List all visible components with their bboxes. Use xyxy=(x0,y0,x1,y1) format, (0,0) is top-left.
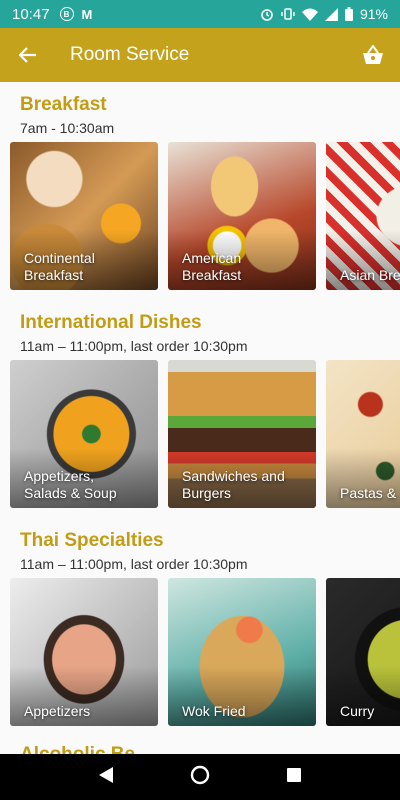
card-asian-breakfast[interactable]: Asian Bre xyxy=(326,142,400,290)
square-recents-icon xyxy=(287,767,301,782)
section-international-dishes: International Dishes 11am – 11:00pm, las… xyxy=(0,300,400,518)
status-bar: 10:47 B M 91% xyxy=(0,0,400,28)
section-title-peek: Alcoholic Be xyxy=(20,744,135,754)
card-label: Sandwiches and Burgers xyxy=(182,468,285,501)
section-hours: 11am – 11:00pm, last order 10:30pm xyxy=(20,556,248,572)
card-wok-fried[interactable]: Wok Fried xyxy=(168,578,316,726)
card-sandwiches-burgers[interactable]: Sandwiches and Burgers xyxy=(168,360,316,508)
wifi-icon xyxy=(301,8,318,21)
card-appetizers-salads-soup[interactable]: Appetizers, Salads & Soup xyxy=(10,360,158,508)
arrow-back-icon xyxy=(19,47,36,63)
signal-icon xyxy=(324,7,338,21)
section-title: Breakfast xyxy=(20,94,107,115)
nav-home-button[interactable] xyxy=(190,765,210,790)
card-row[interactable]: Appetizers, Salads & Soup Sandwiches and… xyxy=(10,360,400,508)
back-button[interactable] xyxy=(0,28,56,82)
page-title: Room Service xyxy=(70,44,190,65)
card-label: Curry xyxy=(340,703,375,719)
battery-icon xyxy=(344,7,353,21)
section-hours: 7am - 10:30am xyxy=(20,120,115,136)
card-row[interactable]: Continental Breakfast American Breakfast… xyxy=(10,142,400,290)
nav-recents-button[interactable] xyxy=(286,767,302,788)
triangle-back-icon xyxy=(99,766,113,783)
section-title: International Dishes xyxy=(20,312,202,333)
battery-percent: 91% xyxy=(359,6,388,22)
card-american-breakfast[interactable]: American Breakfast xyxy=(168,142,316,290)
menu-content[interactable]: Breakfast 7am - 10:30am Continental Brea… xyxy=(0,82,400,754)
card-label: Appetizers xyxy=(24,703,91,719)
card-curry[interactable]: Curry xyxy=(326,578,400,726)
status-time: 10:47 xyxy=(12,5,50,23)
section-thai-specialties: Thai Specialties 11am – 11:00pm, last or… xyxy=(0,518,400,736)
vibrate-icon xyxy=(281,8,295,20)
basket-icon xyxy=(363,45,383,64)
card-label: Appetizers, Salads & Soup xyxy=(24,468,117,501)
alarm-icon xyxy=(261,9,273,21)
card-thai-appetizers[interactable]: Appetizers xyxy=(10,578,158,726)
system-nav-bar xyxy=(0,754,400,800)
gmail-icon: M xyxy=(81,6,93,22)
section-breakfast: Breakfast 7am - 10:30am Continental Brea… xyxy=(0,82,400,300)
card-pastas[interactable]: Pastas & xyxy=(326,360,400,508)
nav-back-button[interactable] xyxy=(98,766,114,789)
circle-home-icon xyxy=(190,765,210,784)
card-label: Pastas & xyxy=(340,485,397,501)
card-label: American Breakfast xyxy=(182,250,242,283)
card-continental-breakfast[interactable]: Continental Breakfast xyxy=(10,142,158,290)
basket-button[interactable] xyxy=(346,28,400,82)
card-label: Wok Fried xyxy=(182,703,246,719)
app-bar: Room Service xyxy=(0,28,400,82)
b-circle-icon: B xyxy=(59,7,74,21)
section-title: Thai Specialties xyxy=(20,530,164,551)
section-hours: 11am – 11:00pm, last order 10:30pm xyxy=(20,338,248,354)
status-icons: 91% xyxy=(260,6,388,22)
card-label: Asian Bre xyxy=(340,267,400,283)
card-row[interactable]: Appetizers Wok Fried Curry xyxy=(10,578,400,726)
card-label: Continental Breakfast xyxy=(24,250,95,283)
